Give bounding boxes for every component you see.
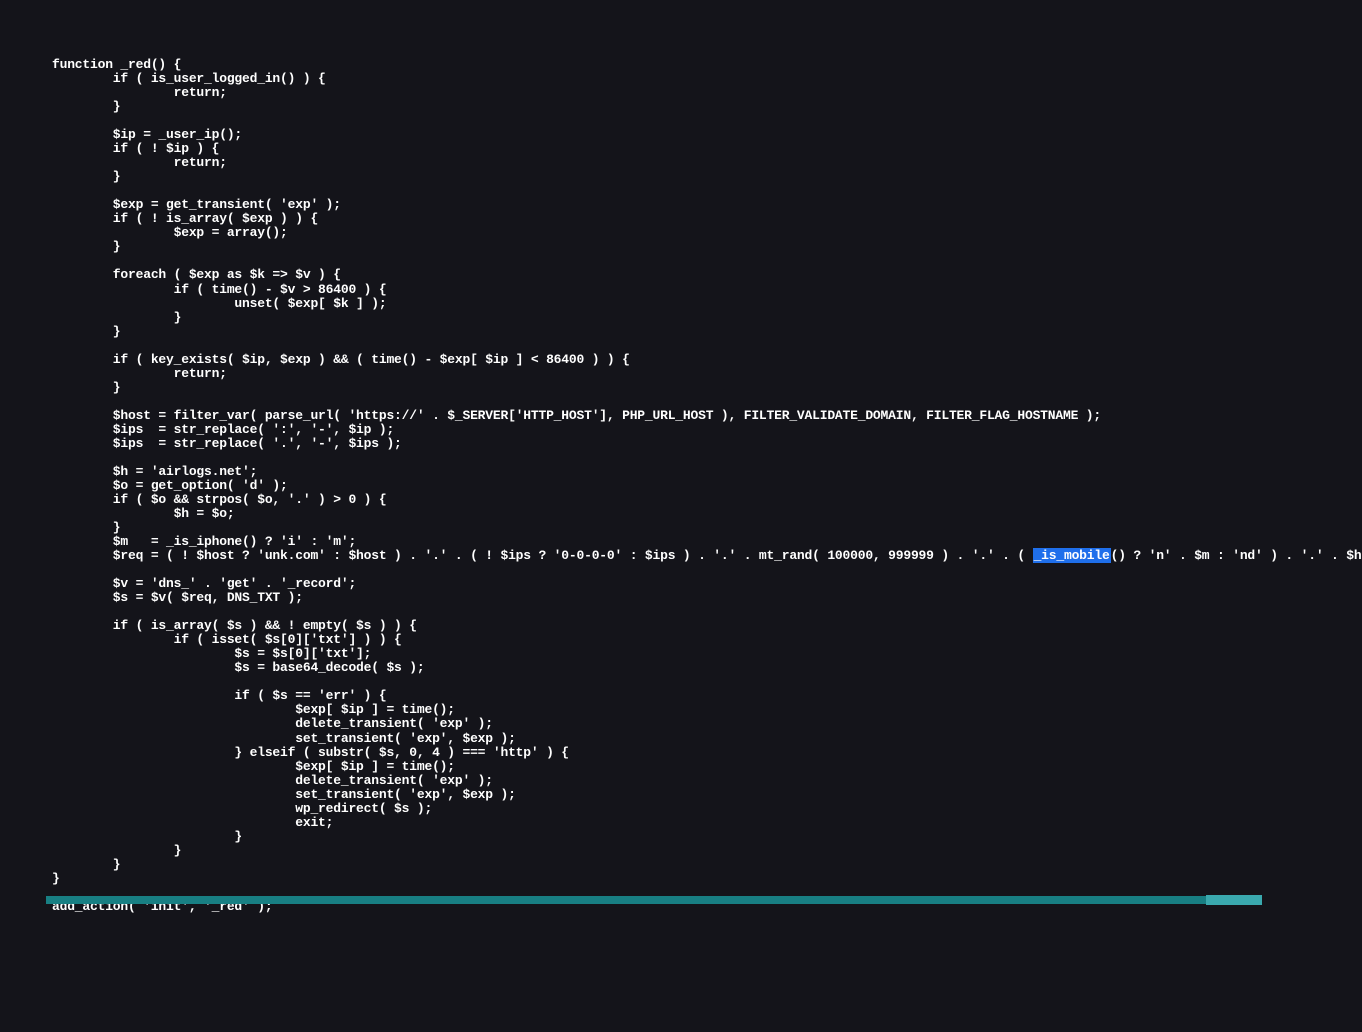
- horizontal-scrollbar-track[interactable]: [46, 896, 1262, 904]
- horizontal-scrollbar-thumb[interactable]: [1206, 895, 1262, 905]
- code-editor[interactable]: function _red() { if ( is_user_logged_in…: [0, 0, 1362, 914]
- code-content: function _red() { if ( is_user_logged_in…: [52, 57, 1362, 914]
- highlighted-token: _is_mobile: [1033, 548, 1111, 563]
